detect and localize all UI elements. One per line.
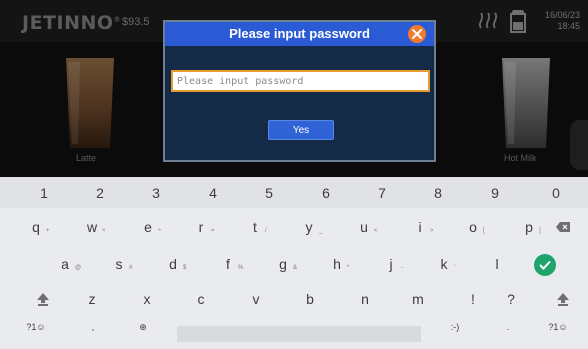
key-i[interactable]: i > [397,213,443,241]
backspace-icon [556,222,570,232]
space-bar[interactable] [177,326,421,342]
heating-icon [478,12,498,29]
enter-key[interactable] [534,254,556,276]
key-j[interactable]: j- [368,250,414,278]
key-3[interactable]: 3 [132,179,180,207]
hot-milk-cup-image[interactable] [496,54,556,152]
product-label-hot-milk: Hot Milk [504,153,537,163]
date-text: 16/06/23 [544,10,580,20]
emoticon-key[interactable]: :-) [440,319,470,335]
key-b[interactable]: b [287,285,333,313]
time-text: 18:45 [557,21,580,31]
key-a[interactable]: a @ [42,250,88,278]
key-h[interactable]: h * [314,250,360,278]
key-7[interactable]: 7 [358,179,406,207]
key-y[interactable]: y _ [286,213,332,241]
key-t[interactable]: t / [232,213,278,241]
key-1[interactable]: 1 [20,179,68,207]
shift-key-right[interactable] [548,285,578,313]
dialog-title: Please input password [229,26,370,41]
key-8[interactable]: 8 [414,179,462,207]
key-d[interactable]: d $ [150,250,196,278]
on-screen-keyboard: 1 2 3 4 5 6 7 8 9 0 q + w × e ÷ r = t / y _ u <… [0,177,588,349]
checkmark-icon [539,260,551,270]
key-e[interactable]: e ÷ [125,213,171,241]
key-q[interactable]: q + [13,213,59,241]
latte-cup-image[interactable] [60,54,120,152]
backspace-key[interactable] [548,213,578,241]
key-v[interactable]: v [233,285,279,313]
date-time-display: 16/06/23 18:45 [540,10,580,32]
key-r[interactable]: r = [178,213,224,241]
key-9[interactable]: 9 [471,179,519,207]
key-4[interactable]: 4 [189,179,237,207]
close-icon [412,29,422,39]
password-input[interactable] [171,70,430,92]
yes-button[interactable]: Yes [268,120,334,140]
key-u[interactable]: u < [341,213,387,241]
key-w[interactable]: w × [69,213,115,241]
side-drawer-handle[interactable] [570,120,588,170]
close-button[interactable] [408,25,426,43]
product-label-latte: Latte [76,153,97,163]
key-question[interactable]: ? [488,285,534,313]
key-g[interactable]: g & [260,250,306,278]
shift-icon [37,292,49,306]
key-n[interactable]: n [342,285,388,313]
key-0[interactable]: 0 [532,179,580,207]
period-key[interactable]: . [493,319,523,335]
comma-key[interactable]: , [78,319,108,335]
key-k[interactable]: k ' [421,250,467,278]
key-l[interactable]: l [474,250,520,278]
brand-logo: JETINNO® [22,12,122,34]
symbols-key-left[interactable]: ?1☺ [18,319,54,335]
key-5[interactable]: 5 [245,179,293,207]
key-6[interactable]: 6 [302,179,350,207]
globe-icon: ⊕ [139,321,147,332]
key-c[interactable]: c [178,285,224,313]
balance-display: $93.5 [122,16,150,28]
dialog-header: Please input password [165,22,434,46]
key-m[interactable]: m [395,285,441,313]
symbols-key-right[interactable]: ?1☺ [540,319,576,335]
key-x[interactable]: x [124,285,170,313]
key-f[interactable]: f% [205,250,251,278]
shift-icon [557,292,569,306]
key-o[interactable]: o[ [450,213,496,241]
number-row: 1 2 3 4 5 6 7 8 9 0 [0,177,588,208]
key-z[interactable]: z [69,285,115,313]
password-dialog: Please input password Yes [163,20,436,162]
key-2[interactable]: 2 [76,179,124,207]
globe-key[interactable]: ⊕ [128,319,158,335]
milk-carton-icon [510,10,526,33]
shift-key-left[interactable] [28,285,58,313]
key-s[interactable]: s # [96,250,142,278]
key-p[interactable]: p] [506,213,552,241]
